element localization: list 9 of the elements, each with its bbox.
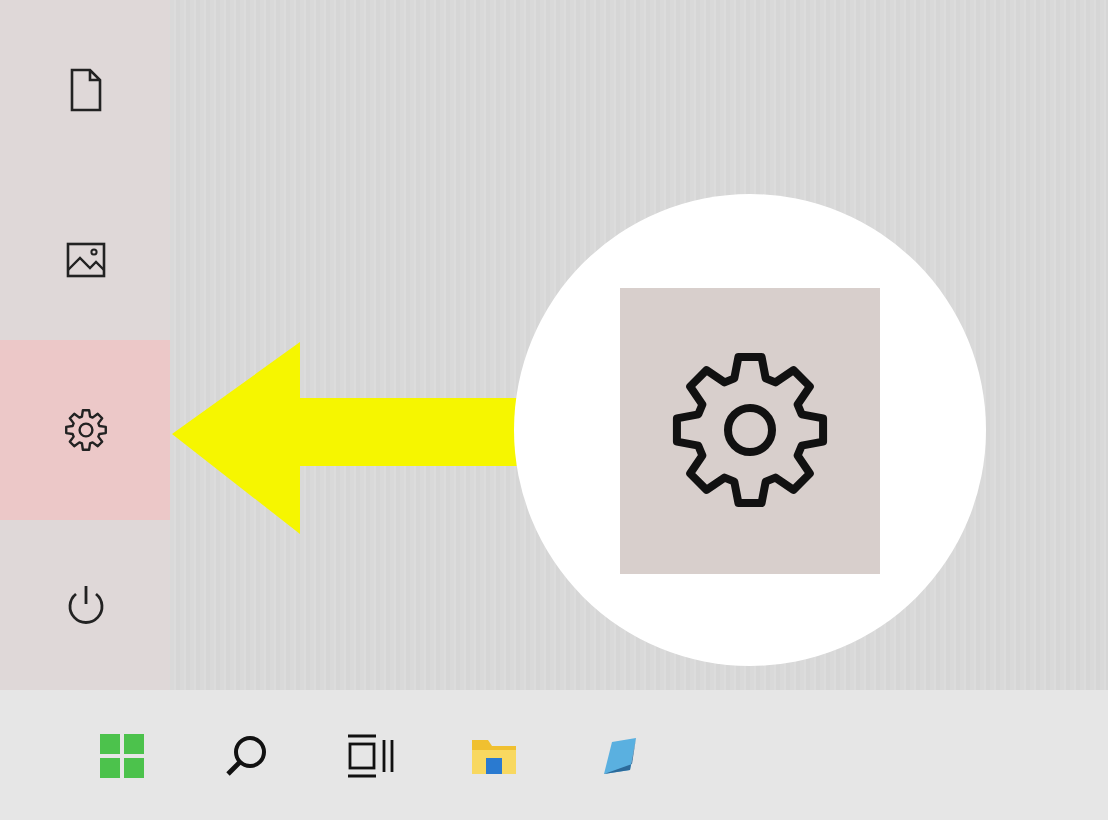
settings-icon — [63, 408, 107, 452]
picture-icon — [65, 242, 105, 278]
task-view-icon — [346, 733, 394, 777]
power-icon — [63, 583, 107, 627]
windows-logo-icon — [100, 733, 144, 777]
document-icon — [69, 68, 101, 112]
search-icon — [224, 733, 268, 777]
settings-icon — [670, 350, 830, 510]
settings-button[interactable] — [0, 340, 170, 520]
